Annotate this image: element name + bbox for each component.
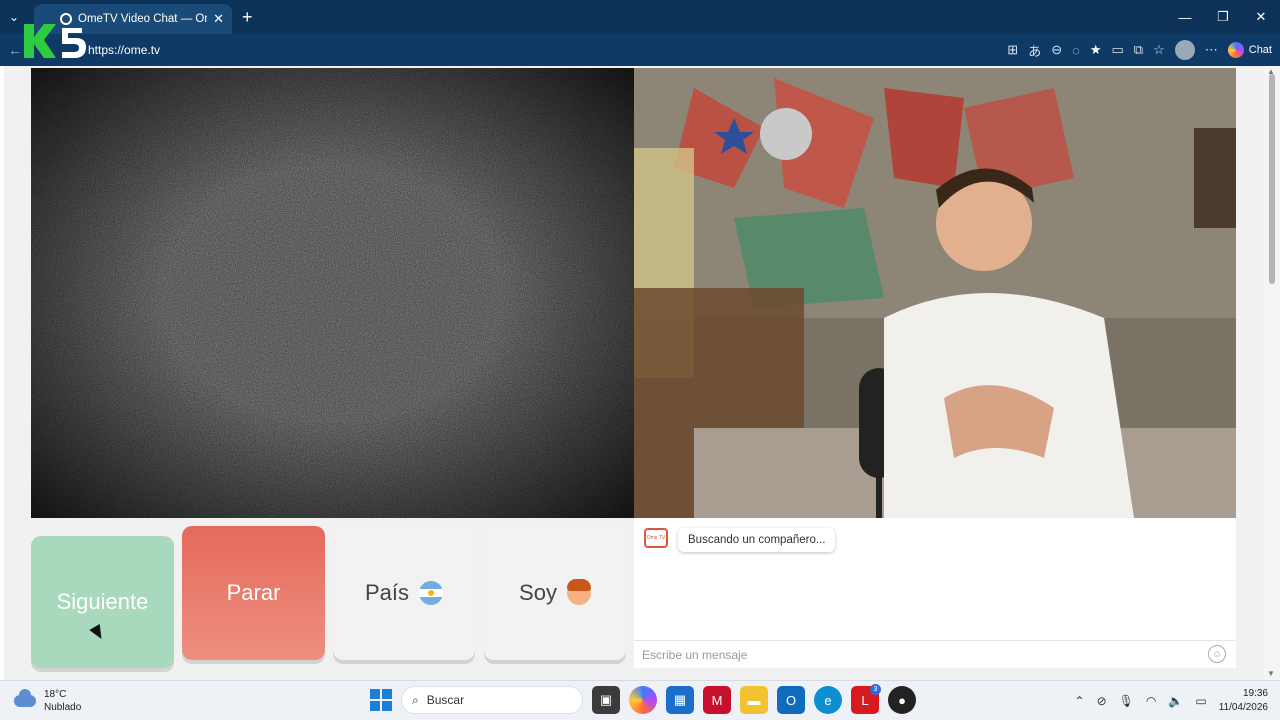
message-input-bar: ☺ (634, 640, 1236, 668)
message-input[interactable] (642, 647, 1182, 662)
status-message: Buscando un compañero... (678, 528, 836, 552)
wifi-icon[interactable]: ◠ (1146, 694, 1156, 708)
apps-icon[interactable]: ⊞ (1007, 42, 1018, 58)
file-explorer-icon[interactable]: ▬ (740, 686, 768, 714)
system-tray: ⌃ ⊘ 🎙 ◠ 🔈 ▭ 19:36 11/04/2026 (1075, 687, 1268, 715)
weather-temperature: 18°C (44, 689, 67, 700)
weather-widget[interactable]: 18°C Nublado (14, 688, 81, 714)
url-field[interactable]: https://ome.tv (88, 43, 160, 57)
gender-select-button[interactable]: Soy (484, 526, 626, 660)
battery-icon[interactable]: ▭ (1195, 694, 1206, 708)
camera-icon[interactable]: ▭ (1112, 42, 1124, 58)
next-button[interactable]: Siguiente (31, 536, 174, 668)
smiley-icon[interactable]: ☺ (1208, 645, 1226, 663)
next-button-label: Siguiente (56, 589, 149, 614)
boy-icon (566, 579, 591, 605)
windows-start-icon[interactable] (370, 689, 392, 711)
obs-icon[interactable]: ● (888, 686, 916, 714)
launcher-app-icon[interactable]: L3 (851, 684, 881, 714)
address-bar: ← https://ome.tv ⊞ あ ⊖ ◌ ★ ▭ ⧉ ☆ ⋯ Chat (0, 34, 1280, 66)
chat-panel: Ome TV Buscando un compañero... ☺ (634, 518, 1236, 668)
profile-avatar[interactable] (1174, 40, 1195, 60)
new-tab-button[interactable]: + (242, 7, 253, 28)
volume-icon[interactable]: 🔈 (1168, 694, 1183, 708)
page-scrollbar[interactable]: ▲ ▼ (1264, 66, 1280, 680)
scrollbar-thumb[interactable] (1269, 74, 1275, 284)
close-window-button[interactable]: ✕ (1242, 0, 1280, 34)
clock-time: 19:36 (1242, 688, 1268, 699)
outlook-icon[interactable]: O (777, 686, 805, 714)
window-controls: — ❐ ✕ (1166, 0, 1280, 34)
browser-toolbar: ⊞ あ ⊖ ◌ ★ ▭ ⧉ ☆ ⋯ Chat (1007, 40, 1272, 60)
extensions-icon[interactable]: ⧉ (1134, 42, 1143, 58)
country-button-label: País (364, 580, 410, 605)
argentina-flag-icon (419, 581, 444, 605)
tab-title: OmeTV Video Chat — Omegl (78, 13, 207, 25)
taskbar-search[interactable]: ⌕ Buscar (401, 686, 583, 714)
back-arrow-icon[interactable]: ← (8, 42, 22, 58)
clock-date: 11/04/2026 (1218, 702, 1268, 713)
zoom-icon[interactable]: ⊖ (1051, 42, 1062, 58)
minimize-button[interactable]: — (1166, 0, 1204, 34)
edge-browser-icon[interactable]: e (814, 686, 842, 714)
windows-taskbar: 18°C Nublado ⌕ Buscar ▣ ▦ M ▬ O e L3 ● ⌃… (0, 680, 1280, 720)
copilot-label: Chat (1248, 44, 1272, 56)
weather-description: Nublado (44, 702, 82, 713)
clock[interactable]: 19:36 11/04/2026 (1219, 687, 1268, 715)
stop-button-label: Parar (226, 580, 281, 605)
copilot-chat-button[interactable]: Chat (1227, 42, 1272, 58)
network-off-icon[interactable]: ⊘ (1097, 694, 1107, 708)
stop-button[interactable]: Parar (182, 526, 325, 660)
search-placeholder: Buscar (426, 693, 465, 707)
k5-watermark-logo (24, 24, 86, 58)
self-camera-video (634, 68, 1236, 518)
store-icon[interactable]: ▦ (666, 686, 694, 714)
country-filter-button[interactable]: País (333, 526, 475, 660)
favorites-list-icon[interactable]: ☆ (1153, 42, 1165, 58)
task-view-icon[interactable]: ▣ (592, 686, 620, 714)
microphone-icon[interactable]: 🎙 (1119, 694, 1134, 708)
scroll-down-icon[interactable]: ▼ (1267, 669, 1275, 678)
maximize-button[interactable]: ❐ (1204, 0, 1242, 34)
search-icon: ⌕ (412, 692, 419, 707)
notification-badge: 3 (870, 684, 881, 695)
mcafee-icon[interactable]: M (703, 686, 731, 714)
close-tab-icon[interactable]: ✕ (213, 11, 224, 27)
gender-button-label: Soy (519, 580, 557, 605)
partner-video-static (31, 68, 634, 518)
translate-icon[interactable]: あ (1028, 41, 1041, 60)
more-options-icon[interactable]: ⋯ (1205, 42, 1218, 58)
camera-feed-illustration (634, 68, 1236, 518)
chevron-up-icon[interactable]: ⌃ (1075, 694, 1085, 708)
copilot-app-icon[interactable] (629, 686, 657, 714)
browser-titlebar: ⌄ OmeTV Video Chat — Omegl ✕ + — ❐ ✕ (0, 0, 1280, 34)
taskbar-apps: ⌕ Buscar ▣ ▦ M ▬ O e L3 ● (370, 684, 916, 714)
reader-icon[interactable]: ◌ (1072, 43, 1080, 58)
ometv-logo: Ome TV (644, 528, 668, 548)
copilot-logo-icon (1227, 42, 1244, 58)
favorite-star-icon[interactable]: ★ (1090, 42, 1102, 58)
cloud-icon (14, 689, 36, 707)
